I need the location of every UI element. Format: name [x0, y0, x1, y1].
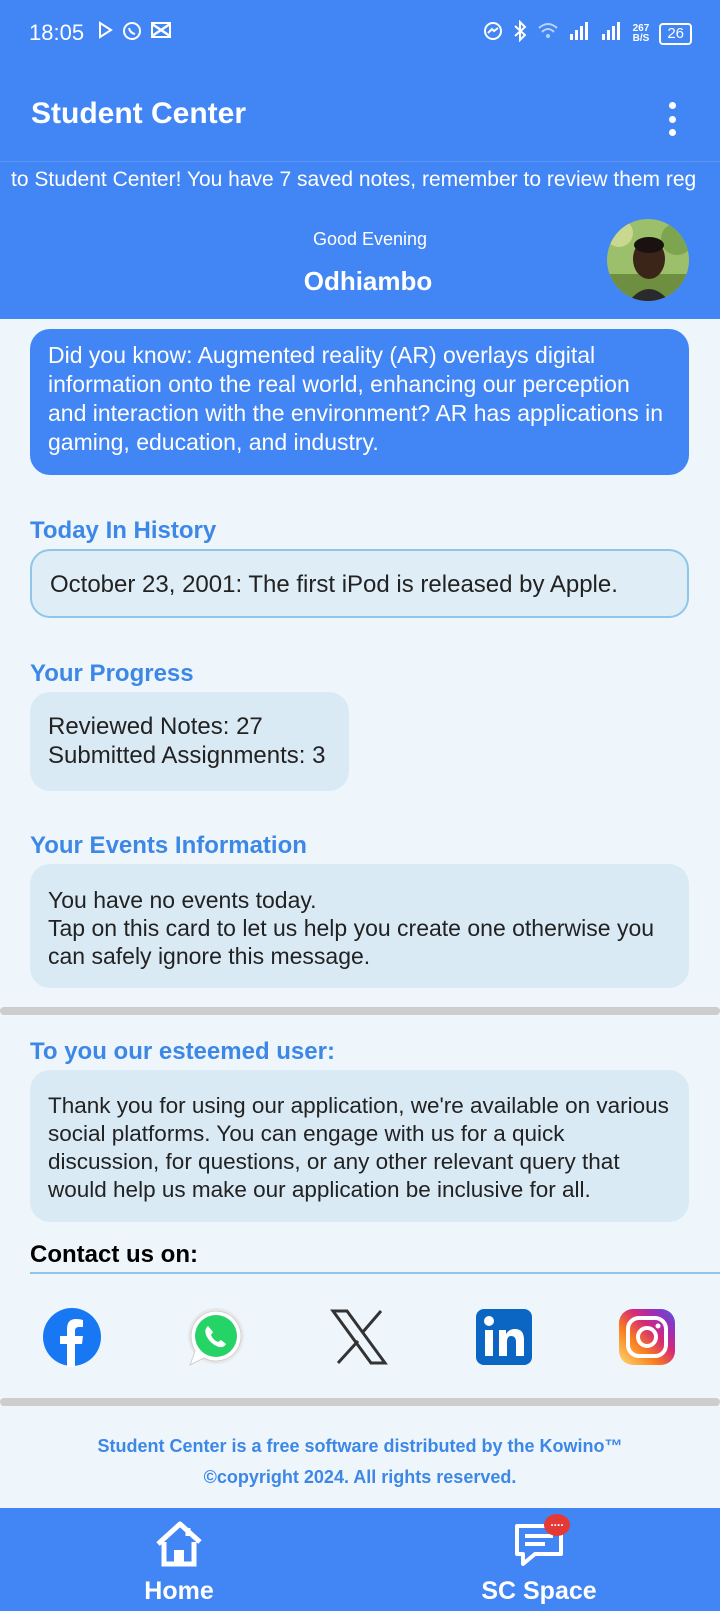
- welcome-ticker: to Student Center! You have 7 saved note…: [0, 161, 720, 202]
- events-heading: Your Events Information: [30, 832, 307, 859]
- app-bar: Student Center: [0, 66, 720, 161]
- footer-divider: [0, 1398, 720, 1406]
- fact-card[interactable]: Did you know: Augmented reality (AR) ove…: [30, 329, 689, 475]
- nav-sc-space[interactable]: .... SC Space: [439, 1508, 639, 1611]
- facebook-icon[interactable]: [42, 1307, 102, 1367]
- submitted-assignments-count: Submitted Assignments: 3: [48, 742, 326, 769]
- linkedin-icon[interactable]: [474, 1307, 534, 1367]
- app-title: Student Center: [31, 97, 247, 130]
- events-status: You have no events today.: [48, 887, 317, 913]
- wifi-icon: [537, 22, 559, 45]
- home-icon: [154, 1520, 204, 1573]
- reviewed-notes-count: Reviewed Notes: 27: [48, 713, 263, 740]
- status-time: 18:05: [29, 20, 85, 45]
- progress-card[interactable]: Reviewed Notes: 27 Submitted Assignments…: [30, 692, 349, 791]
- signal-icon-2: [601, 22, 623, 45]
- history-heading: Today In History: [30, 517, 217, 544]
- nav-home-label: Home: [144, 1577, 214, 1605]
- events-card[interactable]: You have no events today. Tap on this ca…: [30, 864, 689, 988]
- progress-heading: Your Progress: [30, 660, 194, 687]
- ticker-text: to Student Center! You have 7 saved note…: [11, 168, 697, 191]
- signal-icon: [569, 22, 591, 45]
- events-hint: Tap on this card to let us help you crea…: [48, 915, 655, 969]
- thanks-text: Thank you for using our application, we'…: [48, 1093, 669, 1202]
- history-text: October 23, 2001: The first iPod is rele…: [50, 571, 618, 598]
- bluetooth-icon: [513, 19, 527, 47]
- instagram-icon[interactable]: [617, 1307, 677, 1367]
- whatsapp-icon[interactable]: [185, 1307, 245, 1367]
- nav-sc-space-label: SC Space: [481, 1577, 597, 1605]
- system-icons: 267 B/S 26: [483, 19, 692, 47]
- x-icon[interactable]: [329, 1307, 389, 1367]
- footer-copyright: ©copyright 2024. All rights reserved.: [203, 1467, 517, 1487]
- esteemed-heading: To you our esteemed user:: [30, 1038, 335, 1065]
- nav-home[interactable]: Home: [79, 1508, 279, 1611]
- avatar[interactable]: [607, 219, 689, 301]
- history-card[interactable]: October 23, 2001: The first iPod is rele…: [30, 549, 689, 618]
- contact-heading: Contact us on:: [30, 1241, 198, 1268]
- overflow-menu-icon[interactable]: [666, 102, 678, 136]
- play-icon: [96, 21, 114, 46]
- notification-icons: [96, 21, 172, 46]
- messenger-icon: [483, 21, 503, 46]
- capcut-icon: [150, 21, 172, 46]
- fact-text: Did you know: Augmented reality (AR) ove…: [48, 342, 663, 455]
- bottom-navigation: Home .... SC Space: [0, 1508, 720, 1611]
- section-divider: [0, 1007, 720, 1015]
- footer-distribution: Student Center is a free software distri…: [97, 1436, 623, 1456]
- thanks-card: Thank you for using our application, we'…: [30, 1070, 689, 1222]
- notification-badge: ....: [544, 1514, 570, 1536]
- contact-underline: [30, 1272, 720, 1274]
- whatsapp-status-icon: [122, 21, 142, 46]
- status-bar: 18:05 267 B/S 26: [0, 0, 720, 66]
- net-speed: 267 B/S: [632, 22, 650, 44]
- battery-level: 26: [659, 22, 692, 45]
